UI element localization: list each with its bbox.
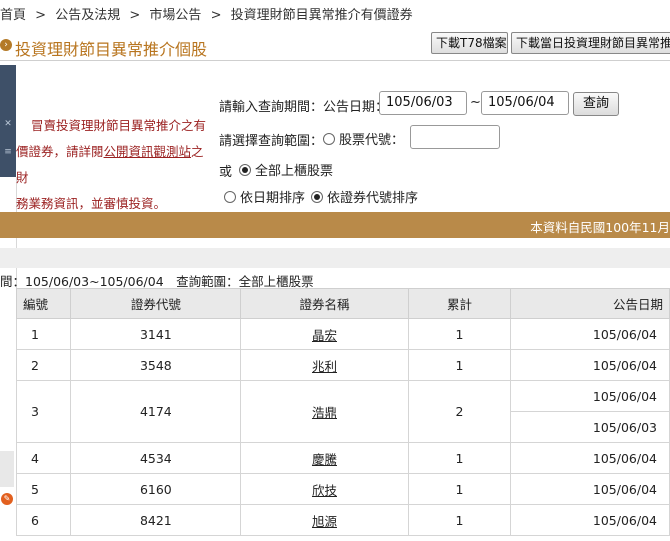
date-range-separator: ~	[470, 95, 481, 110]
stock-code-option[interactable]: 股票代號：	[323, 129, 404, 148]
cell-number: 6	[15, 504, 72, 536]
cell-number: 2	[15, 349, 72, 381]
cell-name: 慶騰	[240, 442, 409, 474]
column-header-name: 證券名稱	[240, 288, 409, 319]
breadcrumb-current: 投資理財節目異常推介有價證券	[230, 8, 413, 23]
all-stocks-label: 全部上櫃股票	[255, 164, 334, 179]
sort-by-date-radio[interactable]	[224, 191, 236, 203]
cell-name: 晶宏	[240, 318, 409, 350]
cell-code: 3141	[70, 318, 242, 350]
sort-by-date-option[interactable]: 依日期排序	[224, 187, 305, 206]
date-from-input[interactable]: 105/06/03	[379, 91, 467, 115]
cell-date: 105/06/04	[510, 380, 670, 412]
cell-code: 4534	[70, 442, 242, 474]
cell-name: 浩鼎	[240, 380, 409, 443]
column-header-number: 編號	[15, 288, 72, 319]
table-row: 4 4534 慶騰 1 105/06/04	[15, 442, 670, 474]
cell-number: 1	[15, 318, 72, 350]
or-label: 或	[219, 165, 233, 180]
stock-name-link[interactable]: 旭源	[312, 514, 337, 529]
column-header-count: 累計	[407, 288, 512, 319]
notice-line-2: 價證券，請詳閱公開資訊觀測站之財	[16, 139, 216, 191]
scope-label: 請選擇查詢範圍：	[219, 134, 324, 149]
download-t78-button[interactable]: 下載T78檔案	[431, 32, 508, 54]
breadcrumb-market-notices[interactable]: 市場公告	[149, 4, 201, 23]
data-range-bar: 本資料自民國100年11月	[0, 212, 670, 238]
notification-badge-icon[interactable]: ✎	[1, 493, 13, 505]
notice-text: 價證券，請詳閱	[16, 144, 104, 159]
stock-name-link[interactable]: 慶騰	[312, 452, 337, 467]
column-header-date: 公告日期	[510, 288, 670, 319]
table-row: 5 6160 欣技 1 105/06/04	[15, 473, 670, 505]
page-title: 投資理財節目異常推介個股	[15, 40, 208, 59]
cell-count: 1	[407, 349, 512, 381]
cell-number: 3	[15, 380, 72, 443]
cell-date: 105/06/04	[510, 473, 670, 505]
cell-code: 6160	[70, 473, 242, 505]
download-today-button[interactable]: 下載當日投資理財節目異常推介	[511, 32, 670, 54]
close-icon[interactable]: ✕	[0, 119, 16, 129]
cell-code: 4174	[70, 380, 242, 443]
cell-name: 兆利	[240, 349, 409, 381]
breadcrumb-home[interactable]: 首頁	[0, 4, 26, 23]
cell-name: 欣技	[240, 473, 409, 505]
cell-count: 1	[407, 473, 512, 505]
period-label: 請輸入查詢期間：公告日期：	[219, 100, 389, 115]
cell-date: 105/06/03	[510, 411, 670, 443]
cell-code: 3548	[70, 349, 242, 381]
cell-count: 1	[407, 318, 512, 350]
cell-count: 1	[407, 442, 512, 474]
table-header-row: 編號 證券代號 證券名稱 累計 公告日期	[15, 288, 670, 319]
stock-name-link[interactable]: 浩鼎	[312, 405, 337, 420]
chevron-right-icon: ›	[0, 39, 12, 51]
data-range-text: 本資料自民國100年11月	[530, 220, 670, 235]
table-row: 2 3548 兆利 1 105/06/04	[15, 349, 670, 381]
left-sidebar-strip[interactable]: ✕ ≡	[0, 65, 16, 177]
results-header-band	[0, 248, 670, 268]
stock-name-link[interactable]: 欣技	[312, 483, 337, 498]
mops-link[interactable]: 公開資訊觀測站	[104, 144, 192, 159]
table-row: 3 4174 浩鼎 2 105/06/04	[15, 380, 670, 443]
cell-date: 105/06/04	[510, 349, 670, 381]
left-panel-block	[0, 451, 14, 487]
stock-name-link[interactable]: 晶宏	[312, 328, 337, 343]
stock-code-input[interactable]	[410, 125, 500, 149]
cell-date: 105/06/04	[510, 504, 670, 536]
sort-by-code-label: 依證券代號排序	[327, 191, 419, 206]
stock-code-label: 股票代號：	[339, 133, 405, 148]
cell-date: 105/06/04	[510, 442, 670, 474]
cell-number: 4	[15, 442, 72, 474]
notice-line-1: 冒賣投資理財節目異常推介之有	[31, 118, 207, 133]
sort-by-code-option[interactable]: 依證券代號排序	[311, 187, 418, 206]
breadcrumb-announcements[interactable]: 公告及法規	[55, 4, 120, 23]
breadcrumb-separator: >	[129, 8, 141, 23]
divider	[0, 60, 670, 61]
breadcrumb: 首頁 > 公告及法規 > 市場公告 > 投資理財節目異常推介有價證券	[0, 4, 413, 23]
risk-notice: 冒賣投資理財節目異常推介之有 價證券，請詳閱公開資訊觀測站之財 務業務資訊，並審…	[16, 113, 216, 217]
date-to-input[interactable]: 105/06/04	[481, 91, 569, 115]
all-stocks-option[interactable]: 全部上櫃股票	[239, 160, 333, 179]
menu-icon[interactable]: ≡	[0, 147, 16, 157]
cell-date: 105/06/04	[510, 318, 670, 350]
breadcrumb-separator: >	[35, 8, 47, 23]
cell-name: 旭源	[240, 504, 409, 536]
stock-code-radio[interactable]	[323, 133, 335, 145]
sort-by-code-radio[interactable]	[311, 191, 323, 203]
cell-code: 8421	[70, 504, 242, 536]
table-row: 1 3141 晶宏 1 105/06/04	[15, 318, 670, 350]
results-table: 編號 證券代號 證券名稱 累計 公告日期 1 3141 晶宏 1 105/06/…	[15, 288, 670, 536]
breadcrumb-separator: >	[210, 8, 222, 23]
query-button[interactable]: 查詢	[573, 92, 619, 116]
stock-name-link[interactable]: 兆利	[312, 359, 337, 374]
cell-count: 2	[407, 380, 512, 443]
all-stocks-radio[interactable]	[239, 164, 251, 176]
sort-by-date-label: 依日期排序	[240, 191, 306, 206]
cell-count: 1	[407, 504, 512, 536]
column-header-code: 證券代號	[70, 288, 242, 319]
cell-number: 5	[15, 473, 72, 505]
table-row: 6 8421 旭源 1 105/06/04	[15, 504, 670, 536]
